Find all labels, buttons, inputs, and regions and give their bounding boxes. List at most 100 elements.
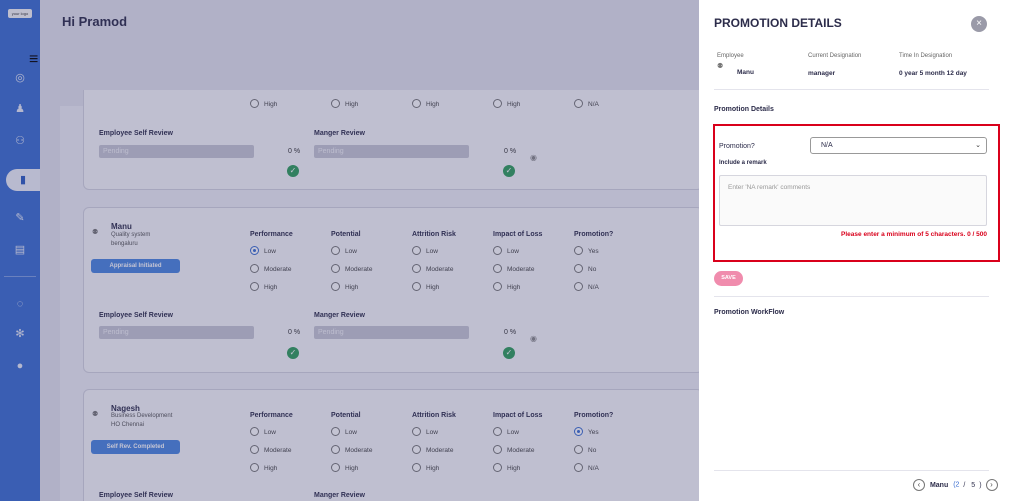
radio-attrition-high[interactable]: High [412,282,440,292]
pager-separator: / [963,481,966,489]
employee-dept: Quality system [111,232,151,238]
status-badge[interactable]: Appraisal Initiated [91,259,180,273]
radio-performance-high[interactable]: High [250,463,278,473]
manager-review-label: Manger Review [314,130,365,137]
radio-dot [574,246,583,255]
radio-impact-moderate[interactable]: Moderate [493,264,534,274]
reports-icon[interactable]: ▤ [12,242,28,258]
dashboard-icon[interactable]: ◎ [12,70,28,86]
self-review-label: Employee Self Review [99,130,173,137]
radio-label: Yes [588,248,599,256]
radio-label: High [507,284,521,292]
radio-impact-low[interactable]: Low [493,427,519,437]
radio-promotion-na[interactable]: N/A [574,282,599,292]
radio-label: High [345,284,359,292]
col-impact: Impact of Loss [493,412,543,419]
col-performance: Performance [250,412,293,419]
radio-high[interactable]: High [493,99,520,109]
radio-dot [493,445,502,454]
time-in-designation-value: 0 year 5 month 12 day [899,70,967,77]
radio-high[interactable]: High [250,99,277,109]
eye-icon[interactable]: ◉ [530,334,537,343]
promotion-select[interactable]: N/A ⌄ [810,137,987,154]
radio-potential-high[interactable]: High [331,463,359,473]
radio-label: Moderate [345,447,373,455]
designation-value: manager [808,70,836,77]
radio-attrition-low[interactable]: Low [412,246,438,256]
radio-potential-moderate[interactable]: Moderate [331,445,373,455]
radio-performance-moderate[interactable]: Moderate [250,445,291,455]
team-icon[interactable]: ♟ [12,101,28,117]
save-button[interactable]: SAVE [714,271,743,286]
radio-potential-moderate[interactable]: Moderate [331,264,372,274]
radio-label: High [507,465,521,473]
chevron-right-icon[interactable]: › [985,479,998,491]
radio-label: Low [345,429,357,437]
promotion-label: Promotion? [719,143,755,150]
pager-close-paren: ) [979,481,982,489]
col-impact: Impact of Loss [493,231,543,238]
radio-dot [250,427,259,436]
radio-label: High [426,284,440,292]
radio-dot [250,264,259,273]
radio-impact-moderate[interactable]: Moderate [493,445,534,455]
radio-potential-high[interactable]: High [331,282,359,292]
promotion-workflow-heading: Promotion WorkFlow [714,309,785,316]
radio-promotion-na[interactable]: N/A [574,463,599,473]
remark-textarea[interactable]: Enter 'NA remark' comments [719,175,987,226]
radio-label: Moderate [264,266,292,274]
self-review-pct: 0 % [288,329,301,336]
radio-label: No [588,447,597,455]
radio-performance-high[interactable]: High [250,282,278,292]
radio-label: High [345,465,359,473]
radio-potential-low[interactable]: Low [331,246,357,256]
radio-label: High [264,284,278,292]
employee-name: Nagesh [111,404,140,413]
radio-dot [412,282,421,291]
radio-dot [331,282,340,291]
status-badge[interactable]: Self Rev. Completed [91,440,180,454]
chevron-left-icon[interactable]: ‹ [913,479,925,491]
radio-attrition-moderate[interactable]: Moderate [412,445,453,455]
radio-na[interactable]: N/A [574,99,599,109]
divider [714,89,989,90]
radio-promotion-yes[interactable]: Yes [574,427,599,437]
radio-potential-low[interactable]: Low [331,427,357,437]
radio-dot [412,463,421,472]
radio-performance-moderate[interactable]: Moderate [250,264,292,274]
remark-label: Include a remark [719,160,767,166]
time-in-designation-label: Time In Designation [899,53,953,59]
radio-label: High [264,465,278,473]
radio-dot [250,445,259,454]
radio-impact-high[interactable]: High [493,463,521,473]
radio-promotion-no[interactable]: No [574,264,596,274]
close-icon[interactable]: × [971,16,987,32]
radio-performance-low[interactable]: Low [250,246,276,256]
radio-high[interactable]: High [412,99,439,109]
radio-impact-high[interactable]: High [493,282,521,292]
radio-impact-low[interactable]: Low [493,246,519,256]
goals-icon[interactable]: ✎ [12,210,28,226]
radio-dot [331,246,340,255]
settings-icon[interactable]: ✻ [12,326,28,342]
self-review-progress: Pending [99,326,254,339]
radio-promotion-no[interactable]: No [574,445,597,455]
radio-promotion-yes[interactable]: Yes [574,246,599,256]
radio-high[interactable]: High [331,99,358,109]
appraisal-icon[interactable]: ▮ [6,169,40,191]
radio-dot [493,99,502,108]
radio-label: Low [426,429,438,437]
user-icon[interactable]: ● [12,358,28,374]
main-content: Hi Pramod High High High High N/A Employ… [40,0,700,501]
radio-attrition-high[interactable]: High [412,463,439,473]
radio-performance-low[interactable]: Low [250,427,276,437]
radio-attrition-low[interactable]: Low [412,427,438,437]
eye-icon[interactable]: ◉ [530,153,537,162]
chat-icon[interactable]: ◌ [12,296,28,312]
pager-total: 5 [971,481,976,489]
radio-dot [493,282,502,291]
radio-attrition-moderate[interactable]: Moderate [412,264,453,274]
radio-dot [331,99,340,108]
pager: ‹ Manu (2 / 5) › [913,479,998,493]
org-icon[interactable]: ⚇ [12,133,28,149]
